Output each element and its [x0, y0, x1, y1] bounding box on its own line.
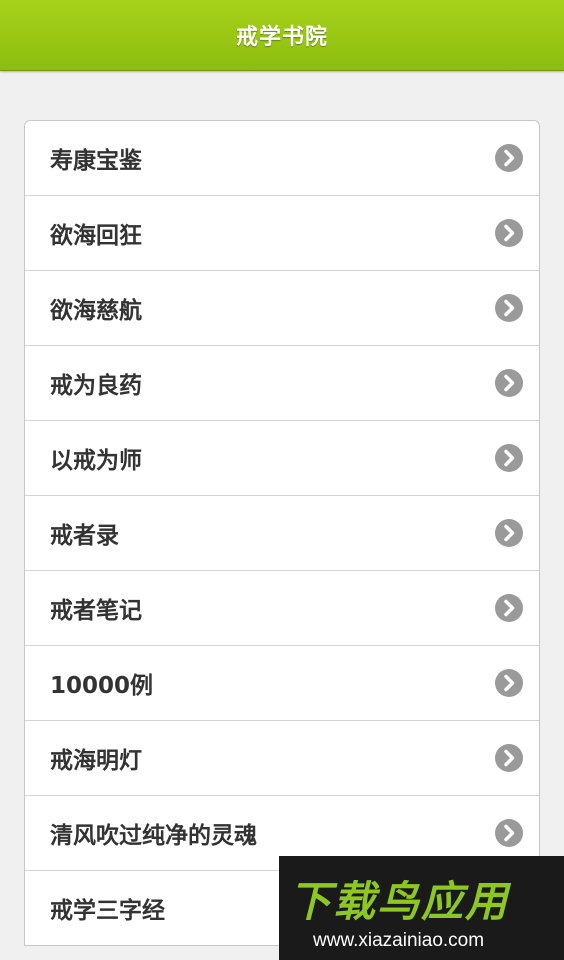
chevron-right-circle-icon [495, 444, 523, 472]
list-item-label: 戒者笔记 [50, 598, 142, 624]
list-item[interactable]: 戒者笔记 [25, 571, 539, 646]
watermark-url: www.xiazainiao.com [313, 930, 485, 951]
app-header: 戒学书院 [0, 0, 564, 71]
chevron-right-circle-icon [495, 744, 523, 772]
list-item[interactable]: 戒海明灯 [25, 721, 539, 796]
watermark-logo-text: 下载鸟应用 [289, 877, 510, 926]
list-item[interactable]: 戒为良药 [25, 346, 539, 421]
list-item-label: 戒者录 [50, 523, 119, 549]
list-item-label: 戒学三字经 [50, 898, 165, 924]
book-list: 寿康宝鉴 欲海回狂 欲海慈航 戒为良药 以戒为师 戒者录 戒者笔记 10000例… [24, 120, 540, 946]
chevron-right-circle-icon [495, 519, 523, 547]
list-item[interactable]: 欲海回狂 [25, 196, 539, 271]
list-item-label: 戒为良药 [50, 373, 142, 399]
chevron-right-circle-icon [495, 219, 523, 247]
chevron-right-circle-icon [495, 369, 523, 397]
chevron-right-circle-icon [495, 594, 523, 622]
list-item[interactable]: 戒者录 [25, 496, 539, 571]
list-item[interactable]: 10000例 [25, 646, 539, 721]
list-item-label: 寿康宝鉴 [50, 148, 142, 174]
list-item-label: 欲海慈航 [50, 298, 142, 324]
chevron-right-circle-icon [495, 294, 523, 322]
chevron-right-circle-icon [495, 669, 523, 697]
chevron-right-circle-icon [495, 144, 523, 172]
list-item[interactable]: 以戒为师 [25, 421, 539, 496]
watermark-banner: 下载鸟应用 www.xiazainiao.com [279, 856, 564, 960]
list-item[interactable]: 寿康宝鉴 [25, 121, 539, 196]
list-item[interactable]: 欲海慈航 [25, 271, 539, 346]
list-item-label: 欲海回狂 [50, 223, 142, 249]
list-item-label: 10000例 [50, 673, 154, 699]
list-item-label: 戒海明灯 [50, 748, 142, 774]
list-item-label: 清风吹过纯净的灵魂 [50, 823, 257, 849]
chevron-right-circle-icon [495, 819, 523, 847]
page-title: 戒学书院 [235, 25, 328, 50]
list-item-label: 以戒为师 [50, 448, 142, 474]
